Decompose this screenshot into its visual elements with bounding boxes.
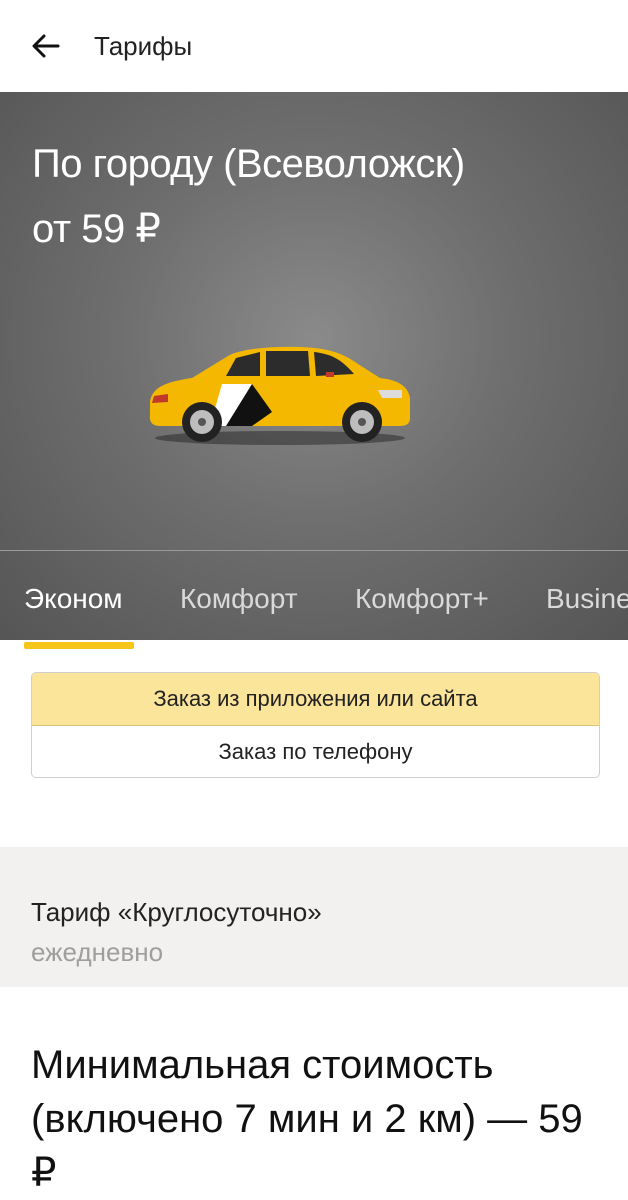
active-tab-indicator: [24, 642, 134, 649]
tab-comfort[interactable]: Комфорт: [180, 583, 298, 615]
tariff-hero: По городу (Всеволожск) от 59 ₽ Эконом Ко…: [0, 92, 628, 640]
order-phone-option[interactable]: Заказ по телефону: [32, 726, 599, 777]
hero-price: от 59 ₽: [32, 207, 161, 251]
app-bar: Тарифы: [0, 0, 628, 92]
taxi-car-illustration: [149, 346, 411, 445]
order-app-option[interactable]: Заказ из приложения или сайта: [32, 673, 599, 726]
tariff-section: Тариф «Круглосуточно» ежедневно: [0, 847, 628, 987]
back-button[interactable]: [26, 28, 66, 64]
hero-title: По городу (Всеволожск): [32, 142, 465, 186]
tariff-tabs: Эконом Комфорт Комфорт+ Business: [0, 550, 628, 640]
tab-econom[interactable]: Эконом: [24, 583, 123, 615]
tab-comfort-plus[interactable]: Комфорт+: [355, 583, 489, 615]
arrow-left-icon: [32, 34, 60, 58]
order-type-selector: Заказ из приложения или сайта Заказ по т…: [31, 672, 600, 778]
minimum-cost: Минимальная стоимость (включено 7 мин и …: [31, 1043, 583, 1195]
page-title: Тарифы: [94, 31, 193, 61]
tariff-schedule: ежедневно: [31, 937, 164, 967]
tab-business[interactable]: Business: [546, 583, 628, 615]
tariff-name: Тариф «Круглосуточно»: [31, 897, 322, 927]
